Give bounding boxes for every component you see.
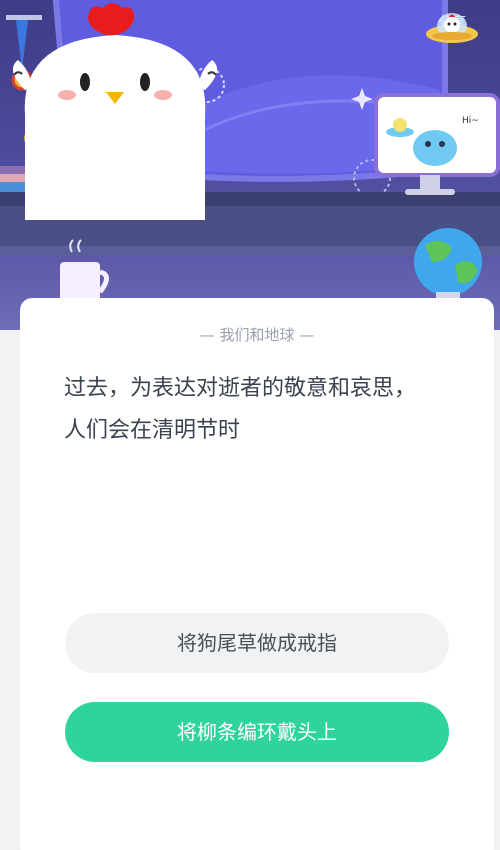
share-ufo-icon: [426, 13, 478, 43]
monitor-text: Hi~: [462, 116, 479, 126]
answer-option-2[interactable]: 将柳条编环戴头上: [65, 702, 449, 762]
answer-option-1-label: 将狗尾草做成戒指: [177, 631, 337, 655]
chicken-mascot-icon: [12, 3, 218, 220]
share-button[interactable]: 分享: [424, 10, 480, 43]
quiz-card: — 我们和地球 — 过去，为表达对逝者的敬意和哀思，人们会在清明节时 将狗尾草做…: [20, 298, 494, 850]
quiz-question: 过去，为表达对逝者的敬意和哀思，人们会在清明节时: [64, 376, 417, 443]
quiz-category-label: 我们和地球: [219, 326, 295, 344]
globe-icon: [414, 228, 482, 300]
header-illustration: Hi~ 分享: [0, 0, 500, 330]
answer-option-1[interactable]: 将狗尾草做成戒指: [65, 613, 449, 673]
quiz-category: — 我们和地球 —: [199, 326, 315, 344]
monitor-icon: Hi~: [374, 93, 500, 195]
answer-option-2-label: 将柳条编环戴头上: [177, 720, 337, 744]
